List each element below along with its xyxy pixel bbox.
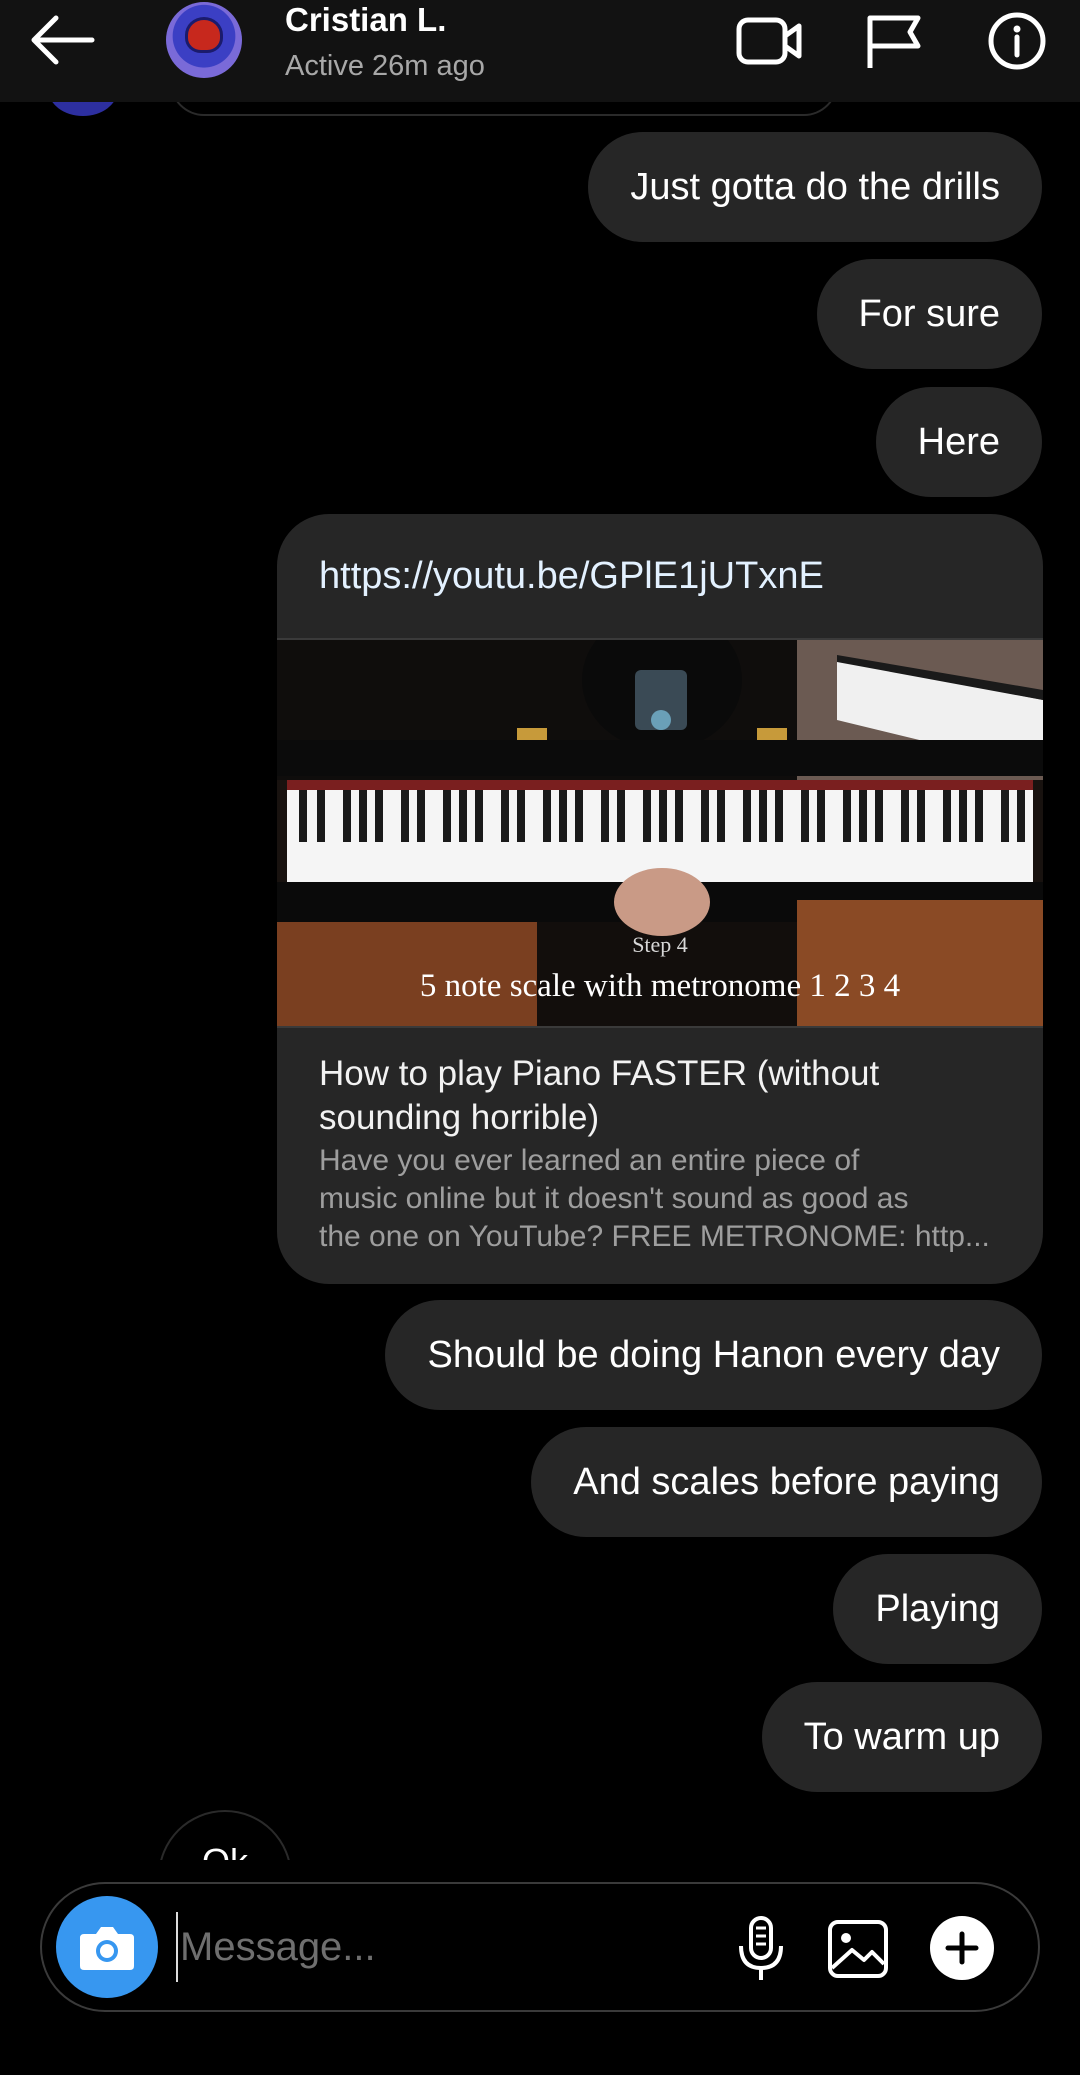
link-description-line: the one on YouTube? FREE METRONOME: http… xyxy=(319,1220,990,1253)
link-url[interactable]: https://youtu.be/GPlE1jUTxnE xyxy=(319,552,824,600)
activity-status: Active 26m ago xyxy=(285,50,485,82)
flag-button[interactable] xyxy=(858,10,928,72)
link-title[interactable]: How to play Piano FASTER (without soundi… xyxy=(319,1052,1009,1140)
back-arrow-icon xyxy=(31,15,95,65)
dm-thread-screen: Cristian L. Active 26m ago Just gotta do… xyxy=(0,0,1080,2075)
gallery-icon xyxy=(828,1920,888,1978)
message-bubble[interactable]: And scales before paying xyxy=(531,1427,1042,1537)
message-bubble[interactable]: Should be doing Hanon every day xyxy=(385,1300,1042,1410)
plus-icon xyxy=(945,1931,979,1965)
message-list[interactable]: Just gotta do the drills For sure Here h… xyxy=(0,102,1080,1860)
thread-header: Cristian L. Active 26m ago xyxy=(0,0,1080,102)
received-message-bubble[interactable]: Ok xyxy=(158,1810,292,1860)
link-description-line: music online but it doesn't sound as goo… xyxy=(319,1182,909,1215)
voice-message-button[interactable] xyxy=(726,1914,796,1984)
video-thumbnail[interactable]: Step 4 5 note scale with metronome 1 2 3… xyxy=(277,638,1043,1028)
message-bubble[interactable]: Playing xyxy=(833,1554,1042,1664)
thumbnail-caption-text: 5 note scale with metronome 1 2 3 4 xyxy=(420,968,900,1004)
piano-thumbnail-image: Step 4 5 note scale with metronome 1 2 3… xyxy=(277,640,1043,1026)
thumbnail-step-text: Step 4 xyxy=(632,932,688,957)
message-bubble[interactable]: Here xyxy=(875,387,1042,497)
flag-icon xyxy=(867,15,921,68)
link-description: Have you ever learned an entire piece of… xyxy=(319,1142,1009,1256)
video-call-icon xyxy=(736,17,802,65)
message-input[interactable] xyxy=(176,1912,716,1982)
message-bubble[interactable]: To warm up xyxy=(761,1682,1042,1792)
microphone-icon xyxy=(739,1916,783,1980)
link-preview-card[interactable]: https://youtu.be/GPlE1jUTxnE Step 4 5 no… xyxy=(277,514,1043,1284)
sender-avatar xyxy=(48,102,118,116)
camera-button[interactable] xyxy=(56,1896,158,1998)
back-button[interactable] xyxy=(26,10,98,70)
message-bubble[interactable]: For sure xyxy=(816,259,1042,369)
contact-name[interactable]: Cristian L. xyxy=(285,0,446,40)
gallery-button[interactable] xyxy=(824,1914,894,1984)
message-bubble xyxy=(170,102,838,116)
avatar[interactable] xyxy=(166,2,242,78)
link-description-line: Have you ever learned an entire piece of xyxy=(319,1144,860,1177)
info-icon xyxy=(988,12,1046,70)
camera-icon xyxy=(80,1927,134,1970)
info-button[interactable] xyxy=(982,10,1052,72)
message-composer xyxy=(40,1882,1040,2012)
more-options-button[interactable] xyxy=(930,1916,994,1980)
message-bubble[interactable]: Just gotta do the drills xyxy=(588,132,1042,242)
video-call-button[interactable] xyxy=(735,10,805,72)
